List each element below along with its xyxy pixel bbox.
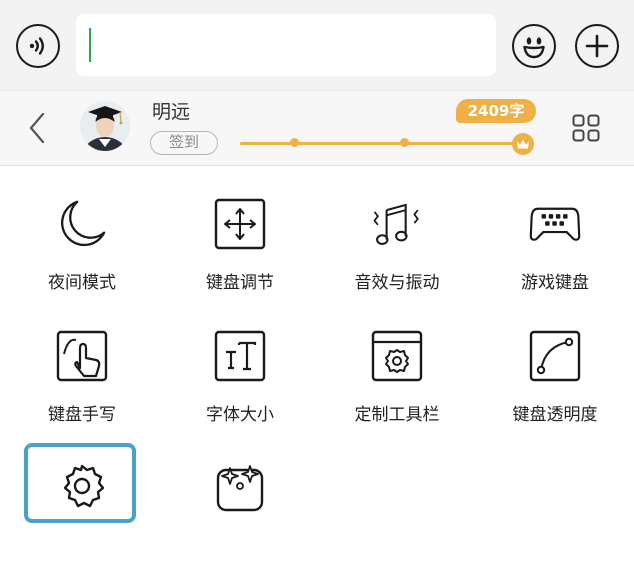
feature-label: 定制工具栏 [354, 405, 440, 425]
grid-menu-icon[interactable] [572, 114, 600, 142]
toolbar-gear-icon [371, 330, 423, 382]
feature-game-keyboard[interactable]: 游戏键盘 [484, 198, 624, 318]
voice-button[interactable] [16, 24, 60, 68]
feature-night-mode[interactable]: 夜间模式 [11, 198, 151, 318]
feature-sound-vibration[interactable]: 音效与振动 [326, 198, 466, 318]
crown-icon [517, 139, 529, 149]
word-count-badge: 2409字 [456, 99, 536, 123]
font-size-icon [214, 330, 266, 382]
feature-label: 键盘调节 [206, 273, 274, 293]
plus-button[interactable] [575, 24, 619, 68]
moon-icon [56, 198, 108, 250]
move-arrows-icon [214, 198, 266, 250]
feature-label: 游戏键盘 [521, 273, 589, 293]
emoji-button[interactable] [512, 24, 556, 68]
crown-marker [512, 133, 534, 155]
feature-keyboard-adjust[interactable]: 键盘调节 [169, 198, 309, 318]
progress-milestone [290, 138, 299, 147]
avatar-graduate-image [80, 101, 130, 151]
back-chevron-icon[interactable] [26, 111, 48, 145]
progress-milestone [400, 138, 409, 147]
feature-custom-toolbar[interactable]: 定制工具栏 [326, 330, 466, 450]
username: 明远 [152, 101, 191, 123]
feature-label: 夜间模式 [48, 273, 116, 293]
sparkle-skin-icon [214, 460, 266, 512]
emoji-icon [523, 37, 545, 59]
feature-label: 字体大小 [206, 405, 274, 425]
text-input[interactable] [76, 14, 496, 76]
settings-gear-icon [56, 460, 108, 512]
voice-icon [29, 37, 44, 55]
feature-skin[interactable] [169, 460, 309, 580]
text-caret [89, 28, 91, 62]
handwriting-icon [56, 330, 108, 382]
avatar[interactable] [80, 101, 130, 151]
feature-label: 键盘透明度 [512, 405, 598, 425]
feature-handwriting[interactable]: 键盘手写 [11, 330, 151, 450]
gamepad-icon [529, 198, 581, 250]
user-row: 明远 签到 [0, 90, 634, 166]
transparency-curve-icon [529, 330, 581, 382]
feature-font-size[interactable]: 字体大小 [169, 330, 309, 450]
feature-settings[interactable] [11, 460, 151, 580]
feature-keyboard-transparency[interactable]: 键盘透明度 [484, 330, 624, 450]
feature-label: 键盘手写 [48, 405, 116, 425]
plus-icon [585, 34, 609, 58]
input-bar [0, 0, 634, 90]
music-note-icon [371, 198, 423, 250]
feature-label: 音效与振动 [354, 273, 440, 293]
word-progress-bar [240, 138, 520, 147]
signin-button[interactable]: 签到 [150, 131, 218, 155]
